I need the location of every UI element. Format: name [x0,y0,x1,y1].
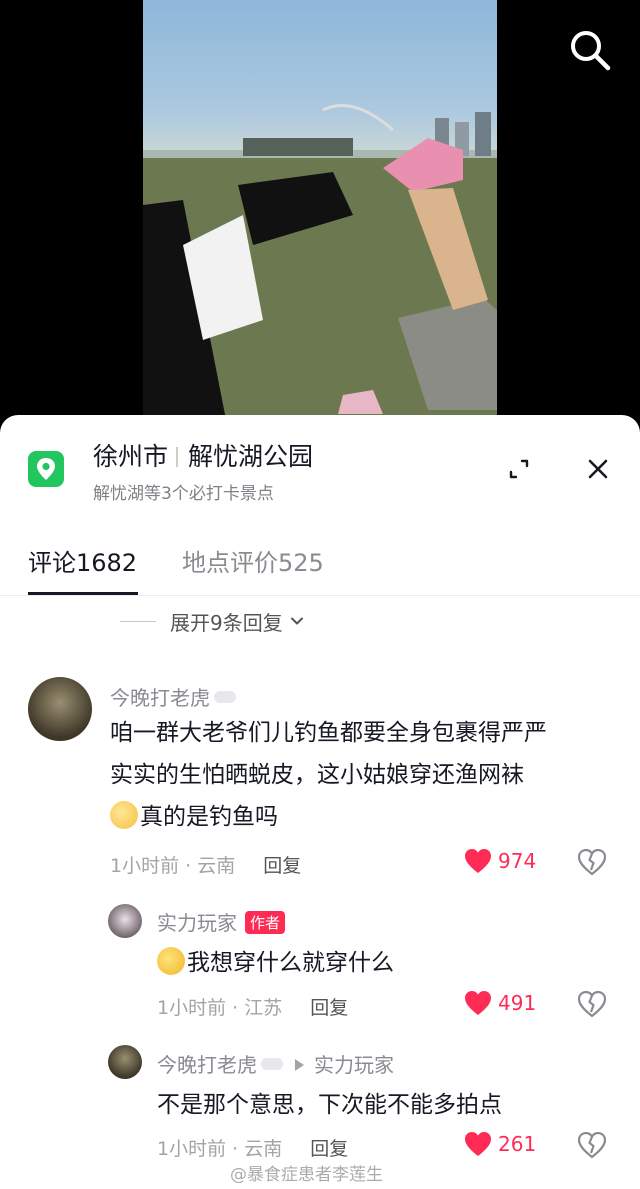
search-button[interactable] [566,26,614,74]
heart-icon [465,1132,491,1156]
cloud-icon [261,1058,283,1070]
like-count: 974 [498,849,537,873]
expand-replies-line [120,620,156,622]
meta-separator: · [185,855,192,877]
watermark: @暴食症患者李莲生 [230,1165,383,1185]
dislike-button[interactable] [577,990,607,1019]
meta-separator: · [232,997,239,1019]
tab-comments-label: 评论 [28,549,76,577]
comment-text-line: 真的是钓鱼吗 [110,796,620,838]
shy-face-emoji-icon [110,801,138,829]
comment-text: 咱一群大老爷们儿钓鱼都要全身包裹得严严 实实的生怕晒蜕皮，这小姑娘穿还渔网袜 真… [110,712,620,838]
dislike-button[interactable] [577,848,607,877]
search-icon [571,31,611,71]
reply-region: 江苏 [244,997,283,1019]
reply-username[interactable]: 今晚打老虎 实力玩家 [157,1049,394,1078]
video-player[interactable] [0,0,640,430]
heart-icon [465,991,491,1015]
reply-region: 云南 [244,1138,283,1160]
like-button[interactable]: 491 [464,990,536,1016]
location-place: 解忧湖公园 [188,442,314,471]
author-badge: 作者 [245,911,286,934]
like-count: 261 [498,1132,537,1156]
location-pin-icon[interactable] [28,451,64,487]
reply-button[interactable]: 回复 [310,1138,348,1160]
broken-heart-icon [577,848,607,876]
comment-meta: 1小时前 · 云南 回复 [110,851,301,878]
avatar[interactable] [108,1045,142,1079]
avatar[interactable] [108,904,142,938]
video-frame[interactable] [143,0,497,430]
reply-meta: 1小时前 · 江苏 回复 [157,993,348,1020]
tab-place-rating-label: 地点评价 [182,549,278,577]
reply-button[interactable]: 回复 [310,997,348,1019]
reply-to-username[interactable]: 实力玩家 [314,1053,394,1077]
like-count: 491 [498,991,537,1015]
broken-heart-icon [577,990,607,1018]
reply-text: 我想穿什么就穿什么 [157,942,597,984]
reply-time: 1小时前 [157,1138,227,1160]
cloud-icon [214,691,236,703]
reply-username-text: 实力玩家 [157,911,237,935]
avatar[interactable] [28,677,92,741]
heart-icon [465,849,491,873]
close-button[interactable] [584,455,612,483]
expand-button[interactable] [505,455,533,483]
meta-separator: · [232,1138,239,1160]
location-divider [176,447,179,467]
expand-replies-label: 展开9条回复 [170,610,283,635]
tab-place-rating-count: 525 [278,549,324,577]
comment-time: 1小时前 [110,855,180,877]
comment-username-text: 今晚打老虎 [110,686,210,710]
tabs-divider [0,595,640,596]
comment-sheet: 徐州市 解忧湖公园 解忧湖等3个必打卡景点 评论1682 地点评价525 展开9条… [0,415,640,1189]
smile-emoji-icon [157,947,185,975]
reply-username[interactable]: 实力玩家 作者 [157,907,286,936]
like-button[interactable]: 261 [464,1131,536,1157]
close-icon [588,459,608,479]
location-title[interactable]: 徐州市 解忧湖公园 [93,437,313,473]
dislike-button[interactable] [577,1131,607,1160]
reply-arrow-icon [295,1059,304,1071]
comment-text-tail: 真的是钓鱼吗 [140,804,278,830]
like-button[interactable]: 974 [464,848,536,874]
tab-comments[interactable]: 评论1682 [28,543,137,578]
reply-text: 不是那个意思，下次能不能多拍点 [157,1092,502,1118]
comment-text-line: 实实的生怕晒蜕皮，这小姑娘穿还渔网袜 [110,762,524,788]
reply-button[interactable]: 回复 [263,855,301,877]
location-city: 徐州市 [93,442,169,471]
comment-username[interactable]: 今晚打老虎 [110,682,236,711]
reply-meta: 1小时前 · 云南 回复 [157,1134,348,1161]
reply-text-content: 我想穿什么就穿什么 [187,950,394,976]
broken-heart-icon [577,1131,607,1159]
tab-comments-count: 1682 [76,549,138,577]
reply-time: 1小时前 [157,997,227,1019]
location-subtitle[interactable]: 解忧湖等3个必打卡景点 [93,479,274,504]
comment-text-line: 咱一群大老爷们儿钓鱼都要全身包裹得严严 [110,720,547,746]
chevron-down-icon [290,617,303,625]
video-scene [143,104,497,430]
tab-place-rating[interactable]: 地点评价525 [182,543,324,578]
reply-username-text: 今晚打老虎 [157,1053,257,1077]
comment-region: 云南 [197,855,236,877]
expand-icon [509,459,529,479]
expand-replies-button[interactable]: 展开9条回复 [120,607,305,635]
